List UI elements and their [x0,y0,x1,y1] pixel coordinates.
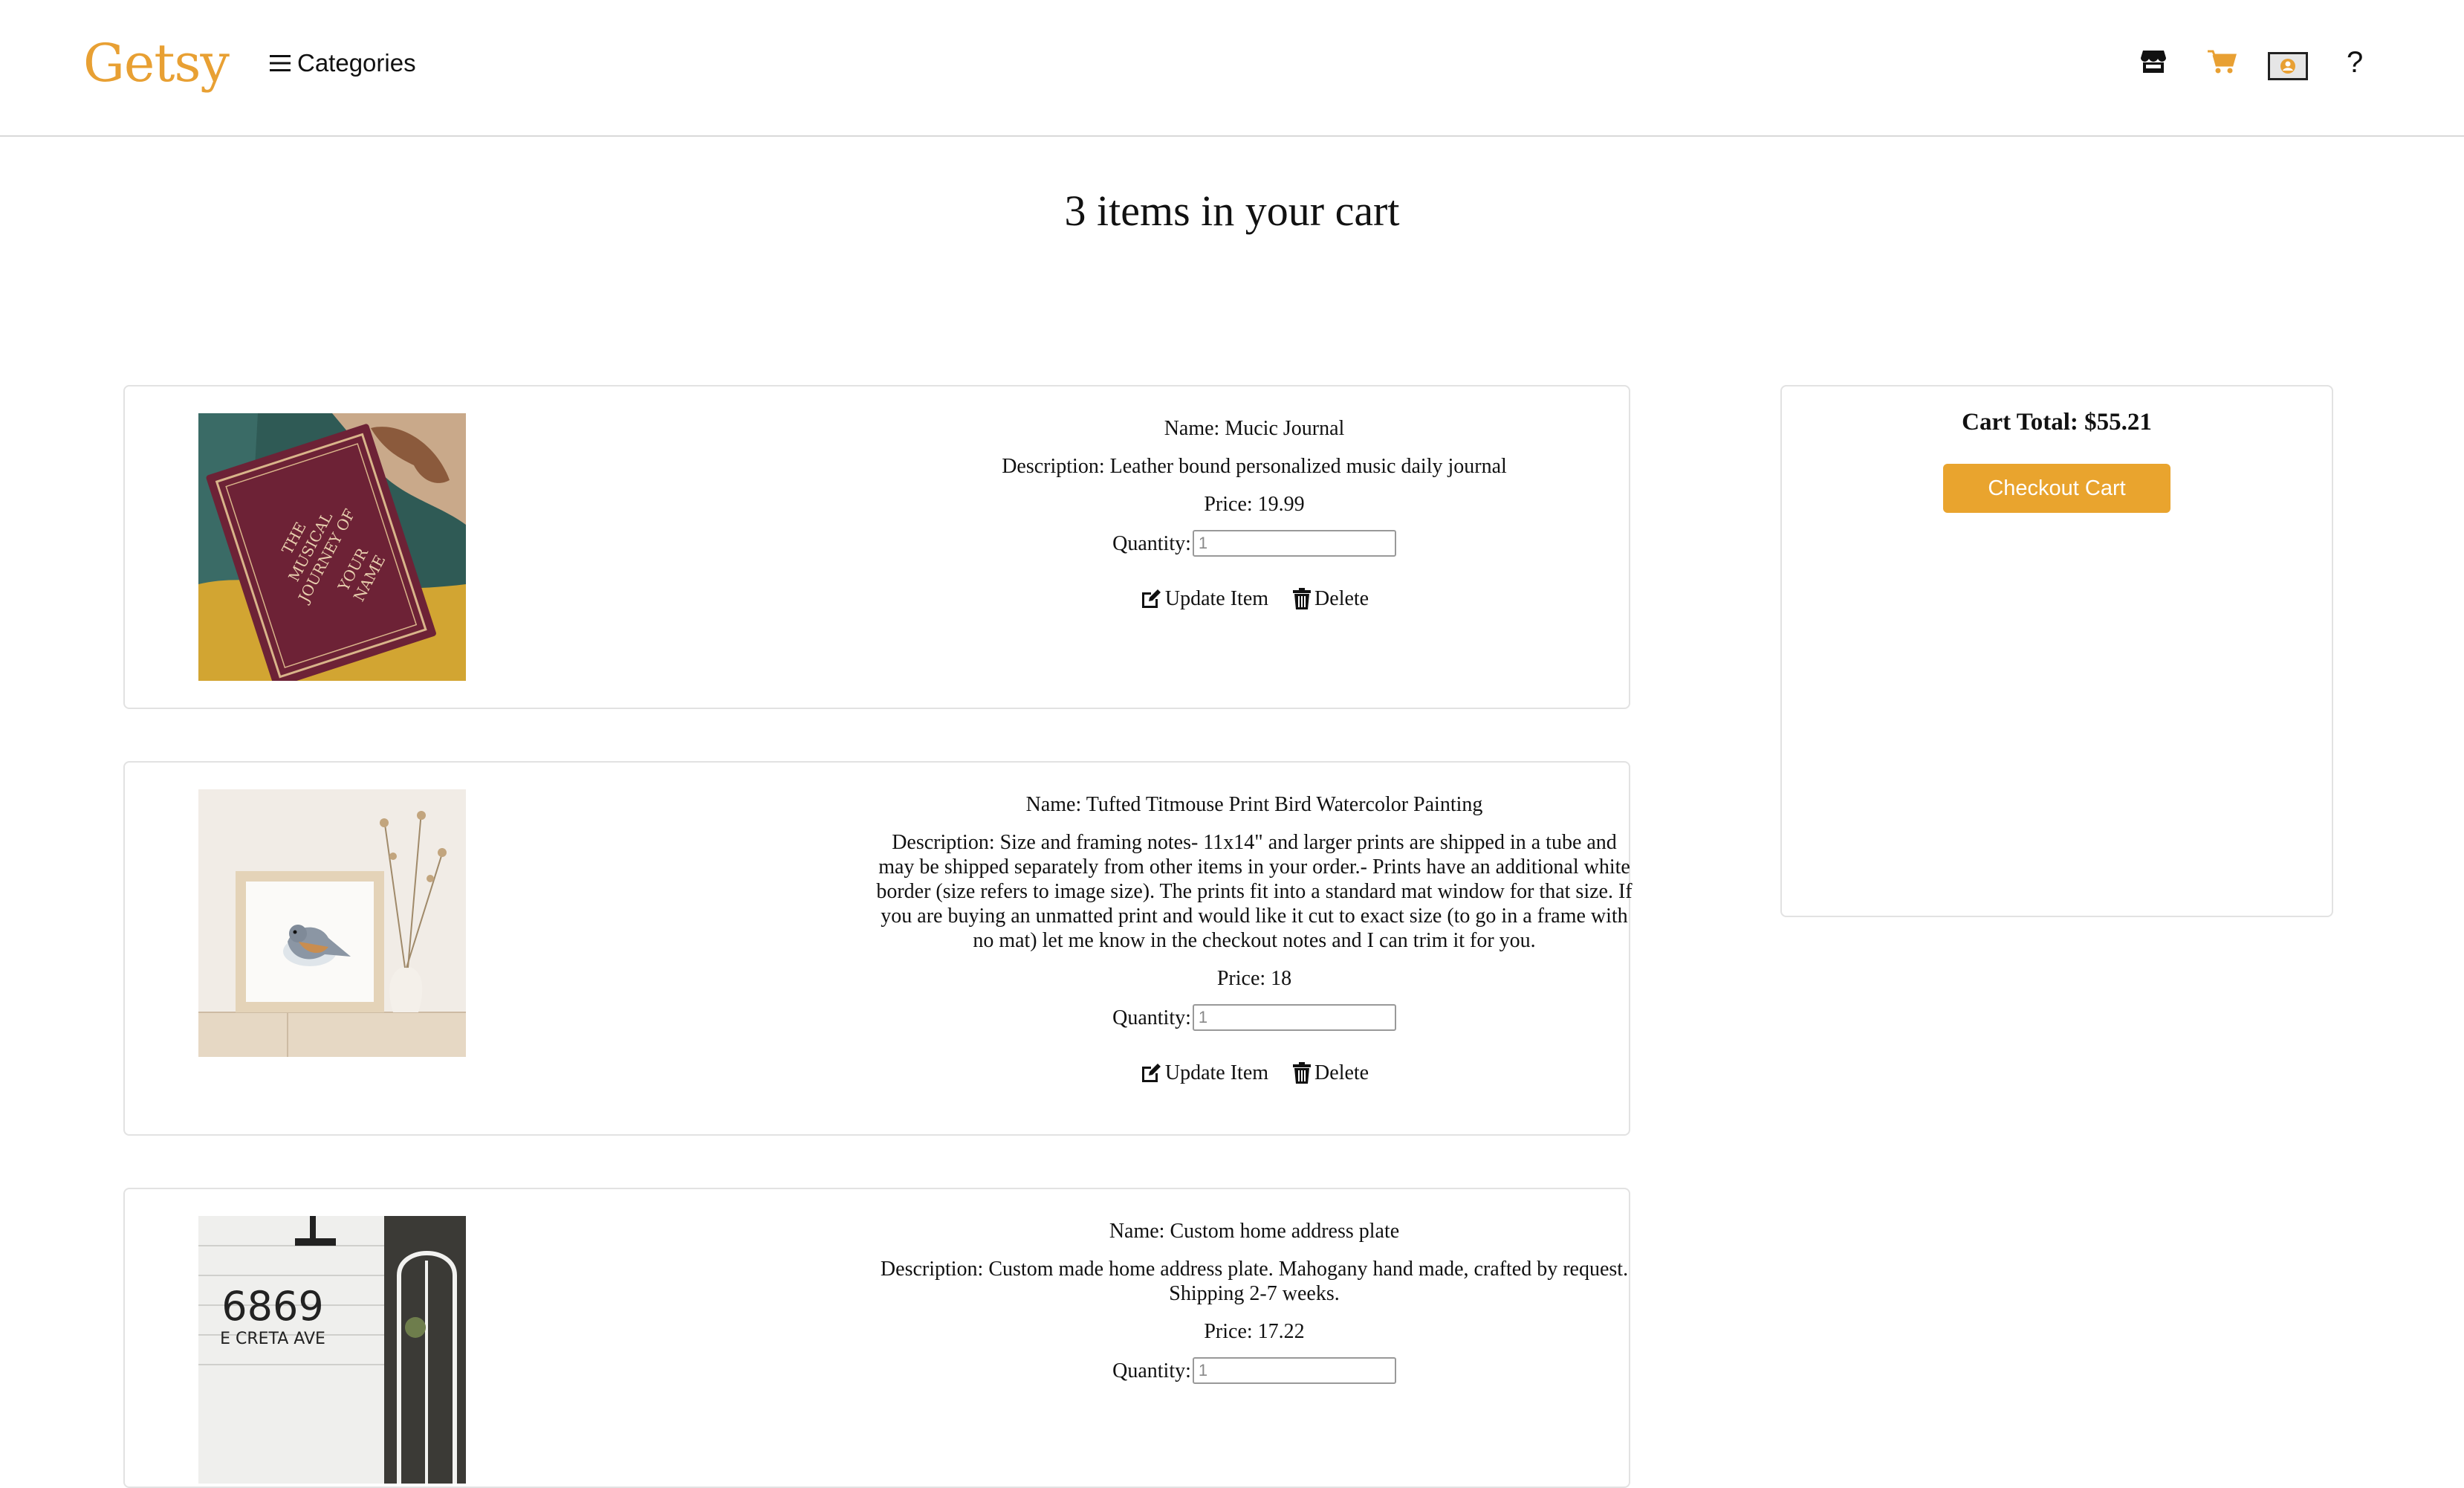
product-image[interactable]: 6869 E CRETA AVE [198,1216,466,1484]
address-plate-number: 6869 [221,1283,323,1330]
update-item-label: Update Item [1164,1061,1269,1084]
page-title: 3 items in your cart [1064,187,1400,235]
trash-icon [1293,1061,1312,1084]
update-item-button[interactable]: Update Item [1140,586,1268,611]
quantity-row: Quantity: [875,1357,1633,1384]
item-price: Price: 19.99 [1204,493,1305,516]
item-info: Name: Tufted Titmouse Print Bird Waterco… [875,792,1633,1085]
item-description: Description: Leather bound personalized … [1002,455,1507,478]
update-item-button[interactable]: Update Item [1140,1061,1268,1085]
item-description: Description: Custom made home address pl… [880,1258,1629,1305]
item-name: Name: Mucic Journal [1164,417,1345,440]
checkout-cart-button[interactable]: Checkout Cart [1943,464,2170,513]
trash-icon [1293,587,1312,609]
categories-label: Categories [297,49,416,77]
item-info: Name: Custom home address plate Descript… [875,1219,1633,1414]
cart-item: 6869 E CRETA AVE Name: Custom home addre… [123,1188,1630,1488]
item-actions: Update Item Delete [875,1061,1633,1085]
edit-icon [1141,1063,1161,1082]
cart-icon[interactable] [2207,49,2237,74]
delete-button[interactable]: Delete [1292,586,1369,611]
item-price: Price: 17.22 [1204,1320,1305,1343]
item-actions: Update Item Delete [875,586,1633,611]
edit-icon [1141,589,1161,608]
profile-icon[interactable] [2268,52,2308,80]
product-image[interactable] [198,789,466,1057]
quantity-row: Quantity: [875,1004,1633,1031]
logo[interactable]: Getsy [83,33,230,94]
categories-menu[interactable]: Categories [269,49,416,77]
hamburger-icon [270,55,291,71]
delete-label: Delete [1314,587,1369,610]
quantity-input[interactable] [1192,530,1396,557]
delete-label: Delete [1314,1061,1369,1084]
quantity-input[interactable] [1192,1357,1396,1384]
quantity-label: Quantity: [1112,1006,1191,1029]
product-image[interactable]: THE MUSICAL JOURNEY OF YOUR NAME [198,413,466,681]
item-info: Name: Mucic Journal Description: Leather… [875,416,1633,611]
quantity-row: Quantity: [875,530,1633,557]
cart-total: Cart Total: $55.21 [1962,409,2152,436]
cart-summary: Cart Total: $55.21 Checkout Cart [1780,385,2333,917]
cart-item: Name: Tufted Titmouse Print Bird Waterco… [123,761,1633,1136]
address-plate-street: E CRETA AVE [220,1330,325,1348]
quantity-label: Quantity: [1112,1359,1191,1382]
cart-item: THE MUSICAL JOURNEY OF YOUR NAME Name: M… [123,385,1630,709]
quantity-input[interactable] [1192,1004,1396,1031]
top-nav: Getsy Categories ? [0,0,2464,137]
store-icon[interactable] [2140,49,2167,74]
item-price: Price: 18 [1216,967,1292,990]
delete-button[interactable]: Delete [1292,1061,1369,1085]
quantity-label: Quantity: [1112,531,1191,555]
item-name: Name: Custom home address plate [1109,1220,1400,1243]
item-name: Name: Tufted Titmouse Print Bird Waterco… [1025,793,1483,816]
item-description: Description: Size and framing notes- 11x… [876,831,1633,952]
help-button[interactable]: ? [2347,46,2363,80]
update-item-label: Update Item [1164,587,1269,610]
